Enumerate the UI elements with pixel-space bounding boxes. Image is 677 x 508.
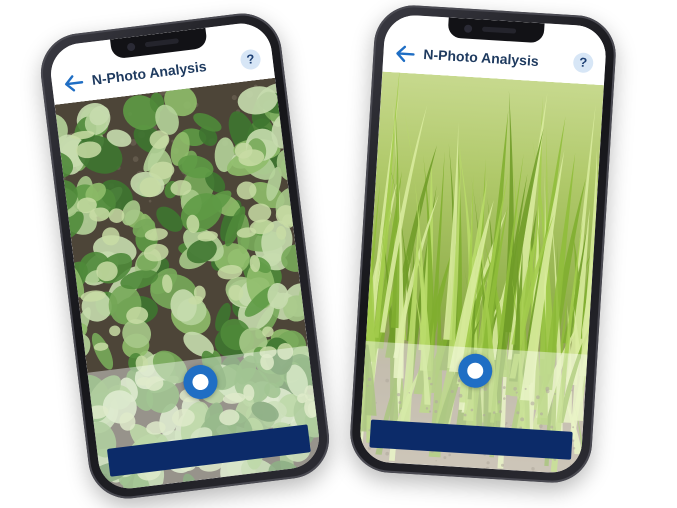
analyze-button[interactable] [106,424,311,477]
camera-shutter-icon[interactable] [457,352,494,389]
front-camera-icon [463,24,473,33]
arrow-left-icon[interactable] [63,73,85,93]
phone-screen: N-Photo Analysis ? [47,20,323,492]
page-title: N-Photo Analysis [90,58,208,88]
front-camera-icon [126,42,136,52]
capture-panel [358,341,588,475]
capture-panel [87,345,323,492]
analyze-button[interactable] [369,419,573,460]
shutter-center [466,362,484,380]
arrow-left-icon[interactable] [395,44,416,63]
speaker-grille [481,26,517,34]
phone-wheat: N-Photo Analysis ? [347,3,619,485]
shutter-center [191,373,210,391]
question-mark-icon[interactable]: ? [572,52,594,74]
page-title: N-Photo Analysis [422,46,540,70]
question-mark-icon[interactable]: ? [239,48,262,71]
phone-screen: N-Photo Analysis ? [358,13,608,475]
camera-shutter-icon[interactable] [181,363,220,401]
speaker-grille [144,38,180,48]
phone-rapeseed: N-Photo Analysis ? [36,8,334,504]
